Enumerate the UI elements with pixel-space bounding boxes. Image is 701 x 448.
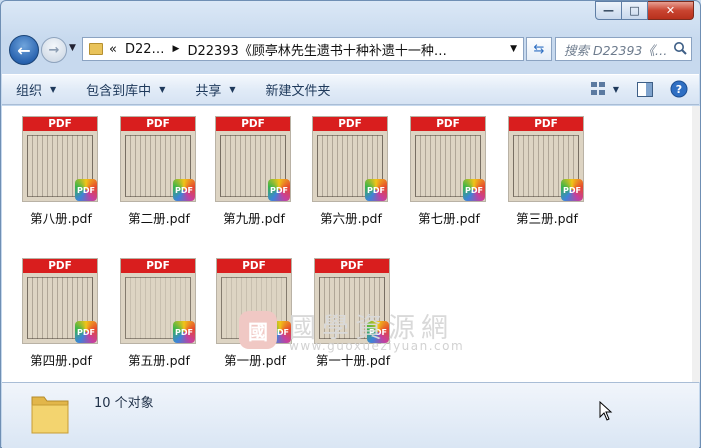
- file-item[interactable]: PDF PDF 第七册.pdf: [392, 116, 488, 236]
- pdf-label: PDF: [216, 117, 290, 131]
- file-name[interactable]: 第三册.pdf: [490, 208, 604, 227]
- scrollbar[interactable]: [692, 106, 700, 382]
- file-item[interactable]: PDF PDF 第四册.pdf: [4, 258, 100, 378]
- view-controls: ▼ ?: [575, 80, 689, 98]
- pdf-app-icon: PDF: [75, 179, 97, 201]
- search-placeholder: 搜索 D22393《…: [564, 42, 668, 58]
- watermark: 國 國學資源網 www.guoxueziyuan.com: [239, 304, 479, 354]
- breadcrumb-d22[interactable]: D22…: [125, 42, 165, 57]
- breadcrumb-separator-icon[interactable]: ▶: [173, 44, 180, 54]
- include-library-label: 包含到库中: [86, 84, 152, 99]
- item-count: 10 个对象: [94, 396, 154, 411]
- minimize-button[interactable]: —: [595, 1, 622, 20]
- new-folder-button[interactable]: 新建文件夹: [266, 80, 331, 99]
- pdf-thumbnail: PDF PDF: [508, 116, 584, 202]
- refresh-button[interactable]: ⇆: [526, 37, 552, 61]
- chevron-down-icon: ▼: [159, 85, 166, 94]
- pdf-label: PDF: [217, 259, 291, 273]
- file-name[interactable]: 第四册.pdf: [4, 350, 118, 369]
- chevron-down-icon: ▼: [229, 85, 236, 94]
- include-in-library-menu[interactable]: 包含到库中 ▼: [86, 80, 165, 99]
- mouse-cursor-icon: [599, 401, 613, 421]
- folder-icon: [89, 43, 103, 55]
- file-name[interactable]: 第七册.pdf: [392, 208, 506, 227]
- pdf-app-icon: PDF: [561, 179, 583, 201]
- file-item[interactable]: PDF PDF 第五册.pdf: [102, 258, 198, 378]
- search-input[interactable]: 搜索 D22393《…: [555, 37, 692, 61]
- file-name[interactable]: 第六册.pdf: [294, 208, 408, 227]
- pdf-thumbnail: PDF PDF: [312, 116, 388, 202]
- back-button[interactable]: ←: [9, 35, 39, 65]
- file-item[interactable]: PDF PDF 第八册.pdf: [4, 116, 100, 236]
- address-overflow[interactable]: «: [109, 42, 117, 57]
- share-menu[interactable]: 共享 ▼: [195, 80, 235, 99]
- pdf-app-icon: PDF: [365, 179, 387, 201]
- pdf-thumbnail: PDF PDF: [22, 116, 98, 202]
- explorer-window: — □ ✕ ← → ▼ « D22… ▶ D22393《顾亭林先生遗书十种补遗十…: [0, 0, 701, 448]
- pdf-label: PDF: [23, 259, 97, 273]
- back-arrow-icon: ←: [17, 40, 31, 60]
- address-bar[interactable]: « D22… ▶ D22393《顾亭林先生遗书十种补遗十一种… ▼: [82, 37, 524, 61]
- maximize-button[interactable]: □: [622, 1, 648, 20]
- file-item[interactable]: PDF PDF 第九册.pdf: [197, 116, 293, 236]
- view-dropdown-icon[interactable]: ▼: [611, 80, 621, 98]
- command-bar: 组织 ▼ 包含到库中 ▼ 共享 ▼ 新建文件夹 ▼ ?: [2, 74, 699, 105]
- forward-button[interactable]: →: [41, 37, 67, 63]
- share-label: 共享: [195, 84, 222, 99]
- watermark-seal-icon: 國: [239, 311, 277, 349]
- caption-buttons: — □ ✕: [595, 1, 694, 20]
- refresh-icon: ⇆: [533, 41, 545, 57]
- preview-pane-icon[interactable]: [635, 80, 655, 98]
- pdf-label: PDF: [313, 117, 387, 131]
- help-icon[interactable]: ?: [669, 80, 689, 98]
- pdf-thumbnail: PDF PDF: [410, 116, 486, 202]
- file-list-pane: PDF PDF 第八册.pdf PDF PDF 第二册.pdf PDF PDF 第九册.pdf P…: [2, 106, 692, 382]
- pdf-app-icon: PDF: [268, 179, 290, 201]
- new-folder-label: 新建文件夹: [265, 84, 331, 99]
- file-item[interactable]: PDF PDF 第六册.pdf: [294, 116, 390, 236]
- pdf-app-icon: PDF: [173, 179, 195, 201]
- chevron-down-icon: ▼: [50, 85, 57, 94]
- watermark-url: www.guoxueziyuan.com: [289, 339, 465, 353]
- file-item[interactable]: PDF PDF 第二册.pdf: [102, 116, 198, 236]
- pdf-app-icon: PDF: [173, 321, 195, 343]
- view-options-icon[interactable]: [589, 80, 609, 98]
- pdf-label: PDF: [411, 117, 485, 131]
- pdf-label: PDF: [23, 117, 97, 131]
- pdf-app-icon: PDF: [463, 179, 485, 201]
- breadcrumb-current[interactable]: D22393《顾亭林先生遗书十种补遗十一种…: [187, 40, 446, 59]
- file-item[interactable]: PDF PDF 第三册.pdf: [490, 116, 586, 236]
- navigation-bar: ← → ▼ « D22… ▶ D22393《顾亭林先生遗书十种补遗十一种… ▼ …: [7, 34, 694, 66]
- forward-arrow-icon: →: [48, 42, 60, 58]
- svg-text:?: ?: [676, 83, 682, 96]
- search-icon: [674, 42, 687, 55]
- pdf-thumbnail: PDF PDF: [120, 258, 196, 344]
- pdf-thumbnail: PDF PDF: [120, 116, 196, 202]
- details-pane: 10 个对象: [2, 382, 699, 448]
- folder-icon: [31, 396, 69, 434]
- organize-label: 组织: [16, 84, 43, 99]
- pdf-thumbnail: PDF PDF: [215, 116, 291, 202]
- pdf-label: PDF: [315, 259, 389, 273]
- file-name[interactable]: 第八册.pdf: [4, 208, 118, 227]
- pdf-label: PDF: [121, 259, 195, 273]
- close-button[interactable]: ✕: [648, 1, 694, 20]
- history-dropdown-icon[interactable]: ▼: [69, 43, 76, 53]
- address-dropdown-icon[interactable]: ▼: [510, 44, 517, 54]
- organize-menu[interactable]: 组织 ▼: [16, 80, 56, 99]
- pdf-thumbnail: PDF PDF: [22, 258, 98, 344]
- pdf-app-icon: PDF: [75, 321, 97, 343]
- pdf-label: PDF: [121, 117, 195, 131]
- pdf-label: PDF: [509, 117, 583, 131]
